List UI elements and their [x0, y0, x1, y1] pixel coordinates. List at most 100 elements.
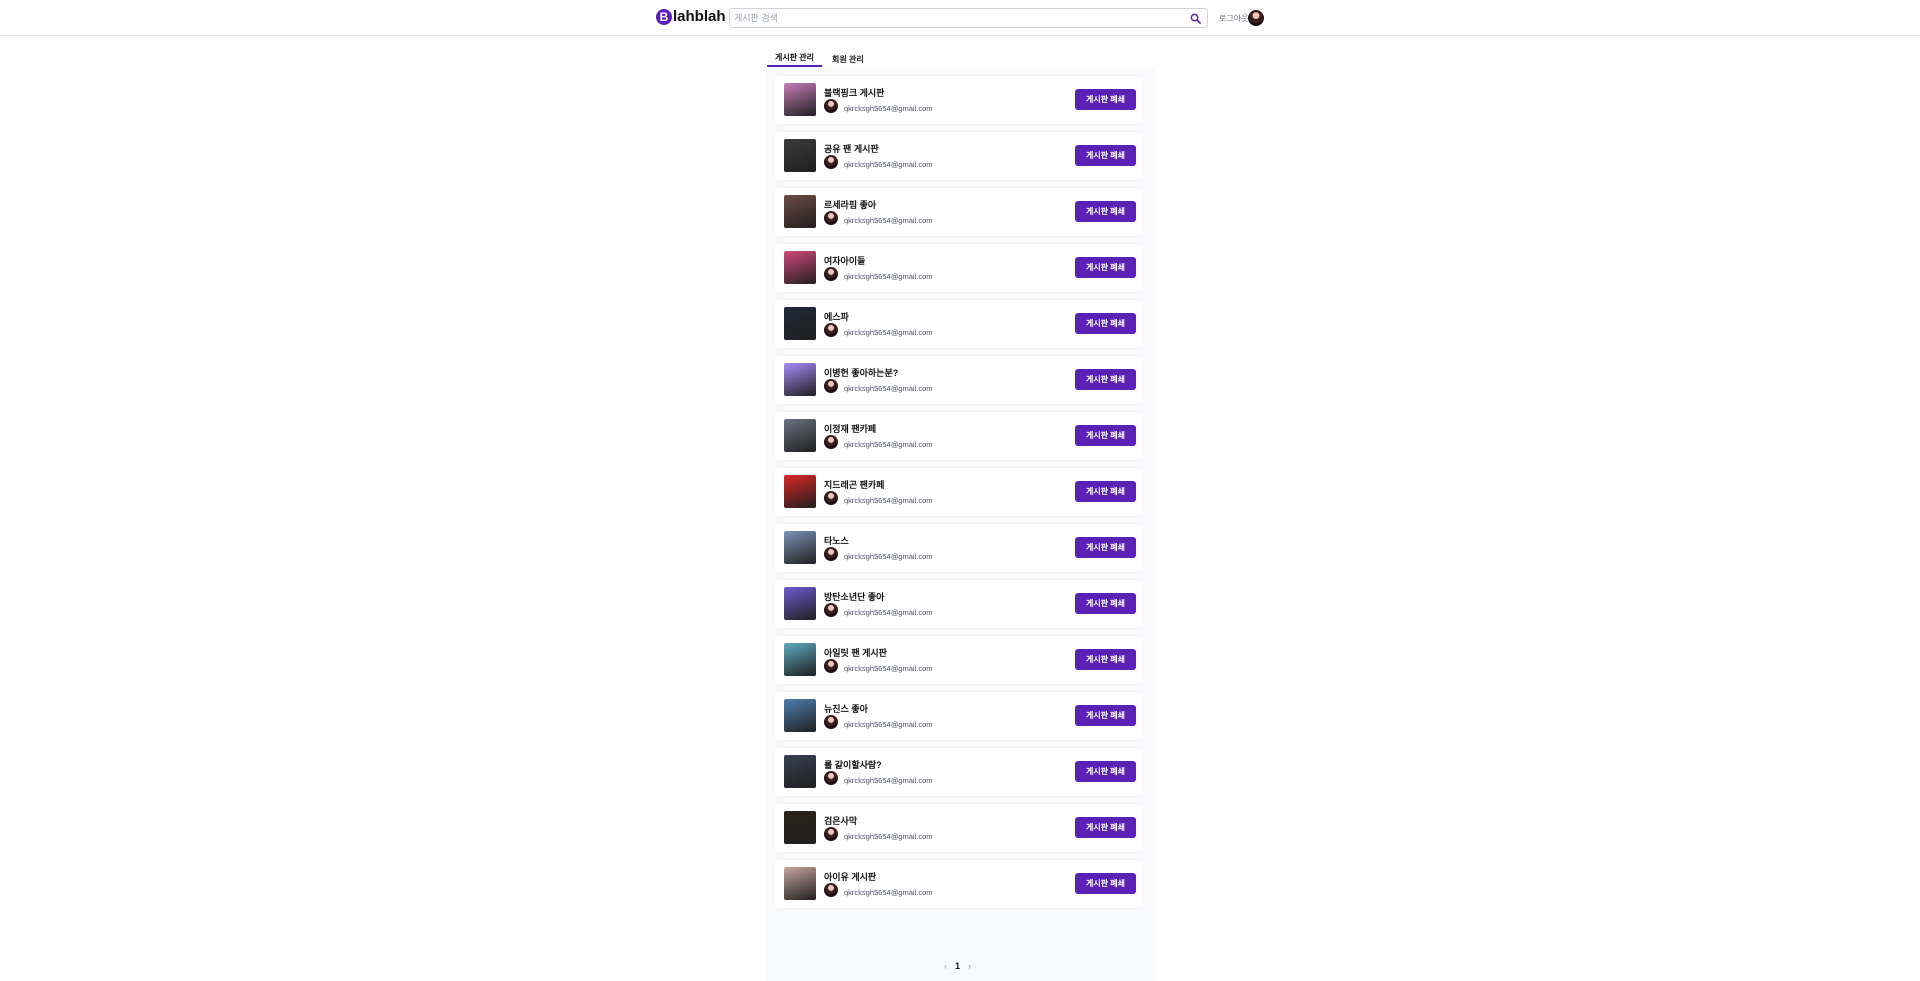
- board-card: 지드래곤 팬카페 qkrcksgh5654@gmail.com 게시판 폐쇄: [774, 468, 1142, 516]
- tab-bar: 게시판 관리 회원 관리: [767, 50, 872, 68]
- page-number[interactable]: 1: [955, 961, 960, 971]
- close-board-button[interactable]: 게시판 폐쇄: [1075, 89, 1136, 110]
- close-board-button[interactable]: 게시판 폐쇄: [1075, 257, 1136, 278]
- board-thumbnail: [784, 419, 816, 452]
- owner-avatar: [824, 155, 838, 169]
- board-thumbnail: [784, 83, 816, 116]
- board-thumbnail: [784, 811, 816, 844]
- board-thumbnail: [784, 363, 816, 396]
- owner-email: qkrcksgh5654@gmail.com: [844, 328, 933, 337]
- board-title[interactable]: 아일릿 팬 게시판: [824, 646, 887, 659]
- owner-email: qkrcksgh5654@gmail.com: [844, 888, 933, 897]
- close-board-button[interactable]: 게시판 폐쇄: [1075, 761, 1136, 782]
- board-thumbnail: [784, 755, 816, 788]
- owner-avatar: [824, 771, 838, 785]
- owner-email: qkrcksgh5654@gmail.com: [844, 720, 933, 729]
- search-bar: [729, 8, 1208, 28]
- user-avatar[interactable]: [1248, 10, 1264, 26]
- owner-avatar: [824, 99, 838, 113]
- board-title[interactable]: 아이유 게시판: [824, 870, 876, 883]
- owner-email: qkrcksgh5654@gmail.com: [844, 216, 933, 225]
- board-title[interactable]: 공유 팬 게시판: [824, 142, 879, 155]
- board-thumbnail: [784, 587, 816, 620]
- board-thumbnail: [784, 139, 816, 172]
- owner-email: qkrcksgh5654@gmail.com: [844, 440, 933, 449]
- board-card: 뉴진스 좋아 qkrcksgh5654@gmail.com 게시판 폐쇄: [774, 692, 1142, 740]
- close-board-button[interactable]: 게시판 폐쇄: [1075, 705, 1136, 726]
- top-header: B lahblah 로그아웃: [0, 0, 1920, 36]
- close-board-button[interactable]: 게시판 폐쇄: [1075, 649, 1136, 670]
- board-thumbnail: [784, 195, 816, 228]
- board-list: 블랙핑크 게시판 qkrcksgh5654@gmail.com 게시판 폐쇄 공유 팬…: [774, 76, 1142, 916]
- owner-email: qkrcksgh5654@gmail.com: [844, 104, 933, 113]
- board-card: 이정재 팬카페 qkrcksgh5654@gmail.com 게시판 폐쇄: [774, 412, 1142, 460]
- board-thumbnail: [784, 251, 816, 284]
- close-board-button[interactable]: 게시판 폐쇄: [1075, 873, 1136, 894]
- board-title[interactable]: 블랙핑크 게시판: [824, 86, 884, 99]
- close-board-button[interactable]: 게시판 폐쇄: [1075, 537, 1136, 558]
- owner-avatar: [824, 323, 838, 337]
- owner-avatar: [824, 435, 838, 449]
- board-title[interactable]: 타노스: [824, 534, 849, 547]
- board-card: 검은사막 qkrcksgh5654@gmail.com 게시판 폐쇄: [774, 804, 1142, 852]
- logo-text: lahblah: [673, 8, 726, 25]
- owner-avatar: [824, 603, 838, 617]
- board-title[interactable]: 지드래곤 팬카페: [824, 478, 884, 491]
- board-thumbnail: [784, 307, 816, 340]
- board-card: 방탄소년단 좋아 qkrcksgh5654@gmail.com 게시판 폐쇄: [774, 580, 1142, 628]
- close-board-button[interactable]: 게시판 폐쇄: [1075, 593, 1136, 614]
- board-card: 아이유 게시판 qkrcksgh5654@gmail.com 게시판 폐쇄: [774, 860, 1142, 908]
- board-card: 에스파 qkrcksgh5654@gmail.com 게시판 폐쇄: [774, 300, 1142, 348]
- close-board-button[interactable]: 게시판 폐쇄: [1075, 145, 1136, 166]
- owner-avatar: [824, 883, 838, 897]
- close-board-button[interactable]: 게시판 폐쇄: [1075, 313, 1136, 334]
- board-card: 이병헌 좋아하는분? qkrcksgh5654@gmail.com 게시판 폐쇄: [774, 356, 1142, 404]
- owner-email: qkrcksgh5654@gmail.com: [844, 664, 933, 673]
- board-title[interactable]: 에스파: [824, 310, 849, 323]
- owner-email: qkrcksgh5654@gmail.com: [844, 552, 933, 561]
- close-board-button[interactable]: 게시판 폐쇄: [1075, 201, 1136, 222]
- logo[interactable]: B lahblah: [656, 8, 726, 25]
- board-title[interactable]: 이병헌 좋아하는분?: [824, 366, 898, 379]
- board-card: 여자아이들 qkrcksgh5654@gmail.com 게시판 폐쇄: [774, 244, 1142, 292]
- owner-email: qkrcksgh5654@gmail.com: [844, 608, 933, 617]
- board-title[interactable]: 이정재 팬카페: [824, 422, 876, 435]
- tab-board-management[interactable]: 게시판 관리: [767, 50, 823, 67]
- board-card: 타노스 qkrcksgh5654@gmail.com 게시판 폐쇄: [774, 524, 1142, 572]
- board-card: 아일릿 팬 게시판 qkrcksgh5654@gmail.com 게시판 폐쇄: [774, 636, 1142, 684]
- owner-email: qkrcksgh5654@gmail.com: [844, 776, 933, 785]
- logout-link[interactable]: 로그아웃: [1219, 13, 1248, 24]
- search-icon[interactable]: [1190, 13, 1201, 24]
- close-board-button[interactable]: 게시판 폐쇄: [1075, 481, 1136, 502]
- owner-email: qkrcksgh5654@gmail.com: [844, 272, 933, 281]
- board-title[interactable]: 여자아이들: [824, 254, 865, 267]
- owner-avatar: [824, 715, 838, 729]
- close-board-button[interactable]: 게시판 폐쇄: [1075, 369, 1136, 390]
- board-card: 블랙핑크 게시판 qkrcksgh5654@gmail.com 게시판 폐쇄: [774, 76, 1142, 124]
- board-thumbnail: [784, 531, 816, 564]
- owner-avatar: [824, 491, 838, 505]
- prev-page-icon[interactable]: ‹: [944, 961, 947, 971]
- board-title[interactable]: 르세라핌 좋아: [824, 198, 876, 211]
- owner-avatar: [824, 827, 838, 841]
- board-title[interactable]: 뉴진스 좋아: [824, 702, 868, 715]
- owner-email: qkrcksgh5654@gmail.com: [844, 384, 933, 393]
- owner-email: qkrcksgh5654@gmail.com: [844, 496, 933, 505]
- board-card: 르세라핌 좋아 qkrcksgh5654@gmail.com 게시판 폐쇄: [774, 188, 1142, 236]
- search-input[interactable]: [734, 9, 1174, 27]
- owner-email: qkrcksgh5654@gmail.com: [844, 832, 933, 841]
- board-thumbnail: [784, 699, 816, 732]
- tab-member-management[interactable]: 회원 관리: [824, 50, 872, 67]
- board-thumbnail: [784, 867, 816, 900]
- board-thumbnail: [784, 475, 816, 508]
- owner-avatar: [824, 547, 838, 561]
- board-card: 공유 팬 게시판 qkrcksgh5654@gmail.com 게시판 폐쇄: [774, 132, 1142, 180]
- owner-avatar: [824, 267, 838, 281]
- board-title[interactable]: 검은사막: [824, 814, 857, 827]
- board-thumbnail: [784, 643, 816, 676]
- board-title[interactable]: 방탄소년단 좋아: [824, 590, 884, 603]
- board-title[interactable]: 롤 같이할사람?: [824, 758, 882, 771]
- next-page-icon[interactable]: ›: [968, 961, 971, 971]
- close-board-button[interactable]: 게시판 폐쇄: [1075, 425, 1136, 446]
- close-board-button[interactable]: 게시판 폐쇄: [1075, 817, 1136, 838]
